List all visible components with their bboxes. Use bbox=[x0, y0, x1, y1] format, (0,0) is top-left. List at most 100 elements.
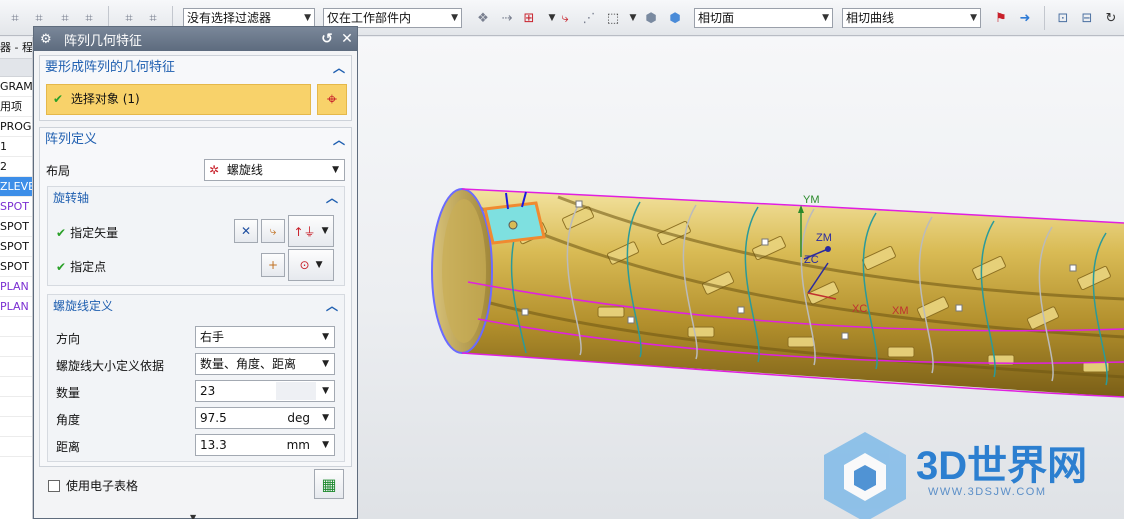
close-icon[interactable]: ✕ bbox=[337, 31, 357, 47]
pattern-definition-header[interactable]: 阵列定义 ︿ bbox=[40, 128, 351, 152]
watermark-url: WWW.3DSJW.COM bbox=[928, 486, 1047, 498]
navigator-row[interactable] bbox=[0, 377, 32, 397]
xm-label: XM bbox=[892, 305, 909, 317]
navigator-row[interactable] bbox=[0, 397, 32, 417]
navigator-row[interactable]: SPOT bbox=[0, 237, 32, 257]
extend-icon[interactable]: ⋰ bbox=[580, 9, 598, 27]
gear-icon[interactable]: ⚙ bbox=[40, 32, 56, 47]
vector-dialog-button[interactable]: ⤷ bbox=[261, 219, 285, 243]
dialog-title: 阵列几何特征 bbox=[64, 33, 143, 49]
spreadsheet-option[interactable]: 使用电子表格 bbox=[48, 477, 138, 494]
point-type-dropdown[interactable]: ⊙ ▼ bbox=[288, 249, 334, 281]
pattern-definition-group: 阵列定义 ︿ 布局 ✲ 螺旋线 ▼ 旋转轴 ︿ ✔ 指定矢量 ✕ ⤷ ↑⏚ ▼ ✔… bbox=[39, 127, 352, 467]
distance-label: 距离 bbox=[56, 440, 81, 454]
navigator-column-header bbox=[0, 59, 32, 77]
solid-select-icon[interactable]: ⬢ bbox=[666, 9, 684, 27]
helix-icon: ✲ bbox=[209, 163, 220, 177]
navigator-row[interactable] bbox=[0, 437, 32, 457]
ym-label: YM bbox=[803, 194, 820, 206]
helix-definition-subgroup: 螺旋线定义 ︿ 方向 右手 ▼ 螺旋线大小定义依据 数量、角度、距离 ▼ 数量 23… bbox=[47, 294, 345, 462]
navigator-row[interactable] bbox=[0, 357, 32, 377]
snap-settings-icon[interactable]: ⌗ bbox=[144, 9, 162, 27]
fit-view-icon[interactable]: ⊡ bbox=[1054, 9, 1072, 27]
check-icon: ✔ bbox=[56, 226, 67, 240]
feature-group-header[interactable]: 要形成阵列的几何特征 ︿ bbox=[40, 56, 351, 80]
count-label: 数量 bbox=[56, 386, 81, 400]
curve-rule-select[interactable]: 相切曲线 ▼ bbox=[842, 8, 981, 28]
graphics-viewport[interactable]: YM ZM ZC XC XM 3D世界网 WWW.3DSJW.COM bbox=[358, 37, 1124, 519]
pattern-geometry-dialog: ⚙ 阵列几何特征 ↺ ✕ 要形成阵列的几何特征 ︿ ✔ 选择对象 (1) ⌖ 阵… bbox=[33, 26, 358, 519]
select-object-field[interactable]: ✔ 选择对象 (1) bbox=[46, 84, 311, 115]
select-body-icon[interactable]: ⌗ bbox=[56, 9, 74, 27]
navigator-row[interactable]: ZLEVE bbox=[0, 177, 32, 197]
collapse-icon[interactable]: ︿ bbox=[326, 295, 338, 317]
direction-select[interactable]: 右手 ▼ bbox=[195, 326, 335, 348]
spreadsheet-label: 使用电子表格 bbox=[66, 479, 139, 493]
select-feature-icon[interactable]: ⌗ bbox=[80, 9, 98, 27]
size-by-select[interactable]: 数量、角度、距离 ▼ bbox=[195, 353, 335, 375]
scope-filter-select[interactable]: 仅在工作部件内 ▼ bbox=[323, 8, 462, 28]
zoom-icon[interactable]: ⊟ bbox=[1078, 9, 1096, 27]
count-input[interactable]: 23 ▼ bbox=[195, 380, 335, 402]
navigator-row[interactable]: SPOT bbox=[0, 217, 32, 237]
rotate-icon[interactable]: ↻ bbox=[1102, 9, 1120, 27]
type-filter-select[interactable]: 没有选择过滤器 ▼ bbox=[183, 8, 315, 28]
navigator-row[interactable] bbox=[0, 317, 32, 337]
specify-vector-label: 指定矢量 bbox=[70, 226, 119, 240]
navigator-row[interactable] bbox=[0, 337, 32, 357]
distance-input[interactable]: 13.3 mm ▼ bbox=[195, 434, 335, 456]
angle-unit: deg bbox=[287, 411, 310, 425]
rotation-axis-subgroup: 旋转轴 ︿ ✔ 指定矢量 ✕ ⤷ ↑⏚ ▼ ✔ 指定点 + ⊙ ▼ bbox=[47, 186, 345, 286]
navigator-row[interactable] bbox=[0, 417, 32, 437]
feature-group: 要形成阵列的几何特征 ︿ ✔ 选择对象 (1) ⌖ bbox=[39, 55, 352, 121]
collapse-icon[interactable]: ︿ bbox=[333, 56, 345, 80]
crosshair-select-button[interactable]: ⌖ bbox=[317, 84, 347, 115]
navigator-row[interactable]: 1 bbox=[0, 137, 32, 157]
zm-label: ZM bbox=[816, 232, 832, 244]
curve-snap-icon[interactable]: ⤷ bbox=[556, 9, 574, 27]
spreadsheet-checkbox[interactable] bbox=[48, 479, 60, 492]
face-select-icon[interactable]: ⬢ bbox=[642, 9, 660, 27]
navigator-row[interactable]: PLAN bbox=[0, 297, 32, 317]
angle-label: 角度 bbox=[56, 413, 81, 427]
collapse-icon[interactable]: ︿ bbox=[326, 187, 338, 209]
angle-input[interactable]: 97.5 deg ▼ bbox=[195, 407, 335, 429]
navigator-row[interactable]: 用项 bbox=[0, 97, 32, 117]
select-edge-icon[interactable]: ⌗ bbox=[6, 9, 24, 27]
assembly-filter-icon[interactable]: ❖ bbox=[474, 9, 492, 27]
face-rule-select[interactable]: 相切面 ▼ bbox=[694, 8, 833, 28]
zc-label: ZC bbox=[804, 254, 819, 266]
point-dialog-button[interactable]: + bbox=[261, 253, 285, 277]
navigator-title: 器 - 程 bbox=[0, 37, 32, 59]
operation-navigator: 器 - 程 GRAM 用项 PROG 1 2 ZLEVE SPOT SPOT SPOT SPOT P… bbox=[0, 37, 33, 519]
expand-dialog-icon[interactable]: ▼ bbox=[190, 513, 196, 519]
stop-at-intersection-icon[interactable]: ⚑ bbox=[992, 9, 1010, 27]
navigator-row[interactable]: SPOT bbox=[0, 197, 32, 217]
navigator-row[interactable]: PLAN bbox=[0, 277, 32, 297]
vector-type-dropdown[interactable]: ↑⏚ ▼ bbox=[288, 215, 334, 247]
snap-icon[interactable]: ⌗ bbox=[120, 9, 138, 27]
snap-point-icon[interactable]: ⊞ bbox=[520, 9, 538, 27]
model-view[interactable]: YM ZM ZC XC XM 3D世界网 WWW.3DSJW.COM bbox=[358, 37, 1124, 519]
rotation-axis-header[interactable]: 旋转轴 ︿ bbox=[48, 187, 344, 209]
layout-select[interactable]: ✲ 螺旋线 ▼ bbox=[204, 159, 345, 181]
navigator-row[interactable]: GRAM bbox=[0, 77, 32, 97]
follow-fillet-icon[interactable]: ➜ bbox=[1016, 9, 1034, 27]
watermark-logo-icon bbox=[824, 432, 906, 519]
check-icon: ✔ bbox=[53, 92, 64, 106]
layout-label: 布局 bbox=[46, 164, 71, 178]
reset-icon[interactable]: ↺ bbox=[317, 31, 337, 47]
spreadsheet-icon[interactable]: ▦ bbox=[314, 469, 344, 499]
navigator-row[interactable]: PROG bbox=[0, 117, 32, 137]
component-filter-icon[interactable]: ⇢ bbox=[498, 9, 516, 27]
reverse-direction-button[interactable]: ✕ bbox=[234, 219, 258, 243]
xc-label: XC bbox=[852, 303, 867, 315]
select-face-icon[interactable]: ⌗ bbox=[30, 9, 48, 27]
navigator-row[interactable]: 2 bbox=[0, 157, 32, 177]
helix-definition-header[interactable]: 螺旋线定义 ︿ bbox=[48, 295, 344, 317]
box-select-dropdown-icon[interactable]: ▼ bbox=[624, 9, 642, 27]
collapse-icon[interactable]: ︿ bbox=[333, 128, 345, 152]
distance-unit: mm bbox=[286, 438, 310, 452]
box-select-icon[interactable]: ⬚ bbox=[604, 9, 622, 27]
navigator-row[interactable]: SPOT bbox=[0, 257, 32, 277]
